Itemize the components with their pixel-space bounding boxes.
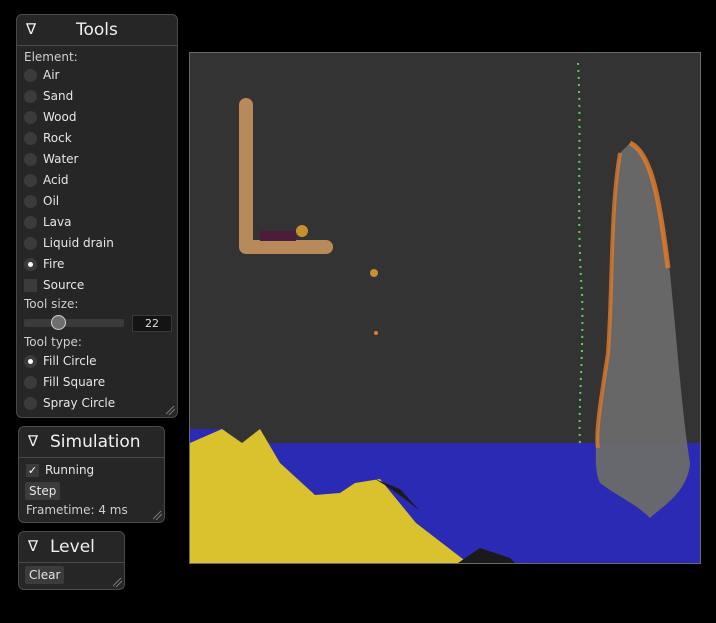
tool-size-slider[interactable]	[24, 319, 124, 327]
tool-size-slider-handle[interactable]	[51, 315, 66, 330]
fire-spark	[370, 269, 378, 277]
radio-icon[interactable]	[24, 89, 37, 103]
resize-grip-icon[interactable]	[153, 511, 162, 520]
radio-icon[interactable]	[24, 68, 37, 82]
element-radio-water[interactable]: Water	[24, 150, 78, 168]
radio-label: Fill Circle	[43, 354, 97, 368]
element-radio-fire[interactable]: Fire	[24, 255, 64, 273]
tool-type-label: Tool type:	[24, 335, 82, 349]
simulation-canvas[interactable]	[189, 52, 701, 564]
clear-button[interactable]: Clear	[25, 566, 65, 584]
checkbox-icon[interactable]	[24, 278, 37, 292]
radio-icon[interactable]	[24, 131, 37, 145]
running-checkbox[interactable]: ✓ Running	[26, 461, 94, 479]
fire-spark	[374, 331, 378, 335]
radio-label: Fire	[43, 257, 65, 271]
fire-spark	[296, 225, 308, 237]
radio-label: Oil	[43, 194, 60, 208]
radio-label: Spray Circle	[43, 396, 116, 410]
radio-label: Water	[43, 152, 79, 166]
level-title: Level	[50, 537, 95, 557]
collapse-triangle-icon[interactable]: ∇	[28, 537, 38, 555]
element-radio-lava[interactable]: Lava	[24, 213, 72, 231]
sandbox-scene[interactable]	[190, 53, 700, 563]
collapse-triangle-icon[interactable]: ∇	[28, 432, 38, 450]
tool-type-fill-square[interactable]: Fill Square	[24, 373, 105, 391]
step-button[interactable]: Step	[25, 482, 61, 500]
radio-label: Wood	[43, 110, 77, 124]
radio-icon[interactable]	[24, 152, 37, 166]
radio-icon[interactable]	[24, 110, 37, 124]
element-radio-sand[interactable]: Sand	[24, 87, 73, 105]
level-panel: ∇ Level Clear	[18, 531, 125, 590]
checkmark-icon[interactable]: ✓	[26, 463, 39, 477]
radio-icon[interactable]	[24, 396, 37, 410]
element-radio-liquid-drain[interactable]: Liquid drain	[24, 234, 114, 252]
oil-blob	[260, 231, 296, 241]
radio-label: Sand	[43, 89, 74, 103]
source-label: Source	[43, 278, 85, 292]
element-radio-rock[interactable]: Rock	[24, 129, 72, 147]
frametime-text: Frametime: 4 ms	[26, 503, 128, 517]
simulation-panel: ∇ Simulation ✓ Running Step Frametime: 4 …	[18, 426, 165, 523]
simulation-header[interactable]: ∇ Simulation	[19, 427, 164, 458]
tool-size-value[interactable]: 22	[132, 315, 172, 332]
tools-panel: ∇ Tools Element: Air Sand Wood Rock Wate…	[16, 14, 178, 418]
radio-label: Acid	[43, 173, 69, 187]
tool-type-spray-circle[interactable]: Spray Circle	[24, 394, 115, 412]
radio-icon[interactable]	[24, 375, 37, 389]
running-label: Running	[45, 463, 95, 477]
radio-label: Rock	[43, 131, 72, 145]
radio-label: Fill Square	[43, 375, 106, 389]
element-radio-air[interactable]: Air	[24, 66, 59, 84]
element-radio-oil[interactable]: Oil	[24, 192, 59, 210]
radio-icon[interactable]	[24, 194, 37, 208]
radio-label: Lava	[43, 215, 72, 229]
tool-size-label: Tool size:	[24, 297, 79, 311]
collapse-triangle-icon[interactable]: ∇	[26, 20, 36, 38]
radio-selected-icon[interactable]	[24, 354, 37, 368]
tool-type-fill-circle[interactable]: Fill Circle	[24, 352, 97, 370]
simulation-title: Simulation	[50, 432, 141, 452]
source-checkbox[interactable]: Source	[24, 276, 84, 294]
level-header[interactable]: ∇ Level	[19, 532, 124, 563]
radio-icon[interactable]	[24, 173, 37, 187]
radio-label: Air	[43, 68, 60, 82]
element-radio-wood[interactable]: Wood	[24, 108, 76, 126]
resize-grip-icon[interactable]	[166, 406, 175, 415]
element-label: Element:	[24, 50, 78, 64]
radio-icon[interactable]	[24, 215, 37, 229]
radio-selected-icon[interactable]	[24, 257, 37, 271]
element-radio-acid[interactable]: Acid	[24, 171, 69, 189]
radio-icon[interactable]	[24, 236, 37, 250]
tools-title: Tools	[76, 20, 118, 40]
radio-label: Liquid drain	[43, 236, 114, 250]
resize-grip-icon[interactable]	[113, 578, 122, 587]
tools-header[interactable]: ∇ Tools	[17, 15, 177, 46]
